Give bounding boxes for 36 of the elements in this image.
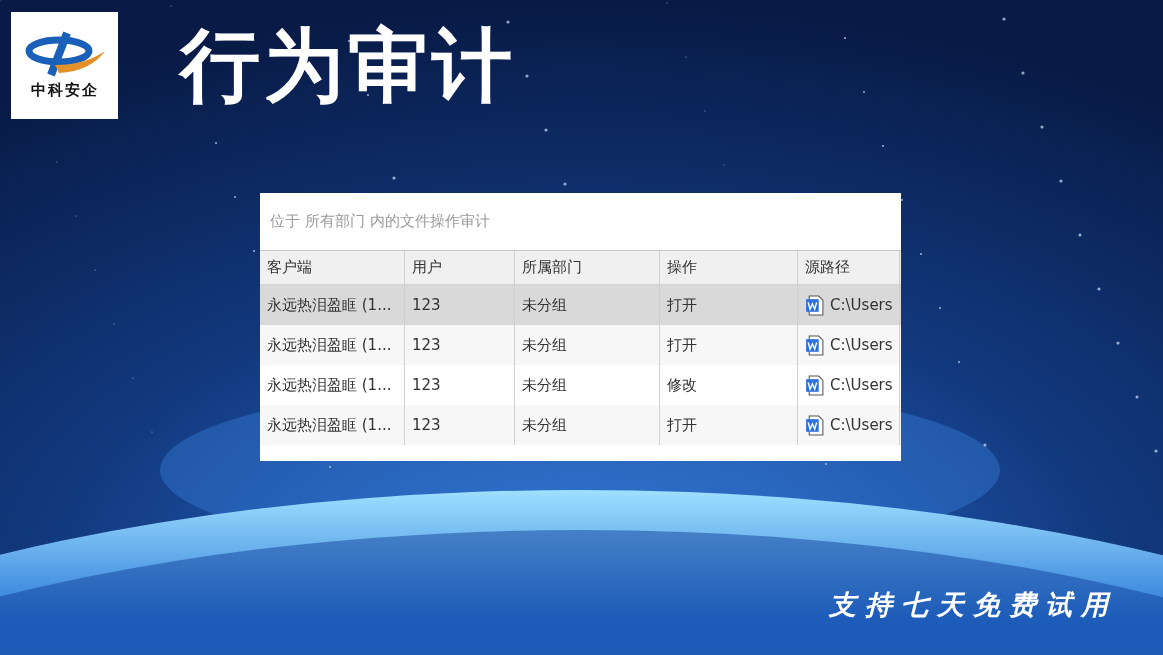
table-row[interactable]: 永远热泪盈眶 (1... 123 未分组 打开 C:\Users bbox=[260, 405, 901, 445]
table-cell: 打开 bbox=[667, 295, 697, 315]
table-row[interactable]: 永远热泪盈眶 (1... 123 未分组 打开 C:\Users bbox=[260, 285, 901, 325]
table-cell: 永远热泪盈眶 (1... bbox=[267, 295, 392, 315]
column-header[interactable]: 所属部门 bbox=[515, 251, 660, 284]
table-cell: 未分组 bbox=[522, 335, 567, 355]
table-row[interactable]: 永远热泪盈眶 (1... 123 未分组 打开 C:\Users bbox=[260, 325, 901, 365]
word-document-icon bbox=[805, 414, 824, 436]
table-cell: C:\Users bbox=[830, 416, 893, 434]
slogan-text: 支持七天免费试用 bbox=[829, 588, 1117, 622]
table-cell: 123 bbox=[412, 376, 441, 394]
logo-swoosh-icon bbox=[24, 31, 105, 77]
slide-title: 行为审计 bbox=[180, 25, 516, 106]
table-cell: C:\Users bbox=[830, 296, 893, 314]
word-document-icon bbox=[805, 334, 824, 356]
table-cell: 未分组 bbox=[522, 375, 567, 395]
table-cell: 永远热泪盈眶 (1... bbox=[267, 335, 392, 355]
word-document-icon bbox=[805, 374, 824, 396]
table-cell: 123 bbox=[412, 336, 441, 354]
table-cell: C:\Users bbox=[830, 336, 893, 354]
table-cell: 123 bbox=[412, 296, 441, 314]
column-header[interactable]: 操作 bbox=[660, 251, 798, 284]
column-header[interactable]: 源路径 bbox=[798, 251, 900, 284]
table-cell: 未分组 bbox=[522, 415, 567, 435]
column-header[interactable]: 客户端 bbox=[260, 251, 405, 284]
table-cell: 打开 bbox=[667, 335, 697, 355]
table-cell: 未分组 bbox=[522, 295, 567, 315]
table-cell: C:\Users bbox=[830, 376, 893, 394]
table-cell: 永远热泪盈眶 (1... bbox=[267, 415, 392, 435]
column-header[interactable]: 用户 bbox=[405, 251, 515, 284]
table-cell: 打开 bbox=[667, 415, 697, 435]
table-cell: 修改 bbox=[667, 375, 697, 395]
table-cell: 123 bbox=[412, 416, 441, 434]
table-cell: 永远热泪盈眶 (1... bbox=[267, 375, 392, 395]
word-document-icon bbox=[805, 294, 824, 316]
logo-text: 中科安企 bbox=[30, 81, 99, 100]
